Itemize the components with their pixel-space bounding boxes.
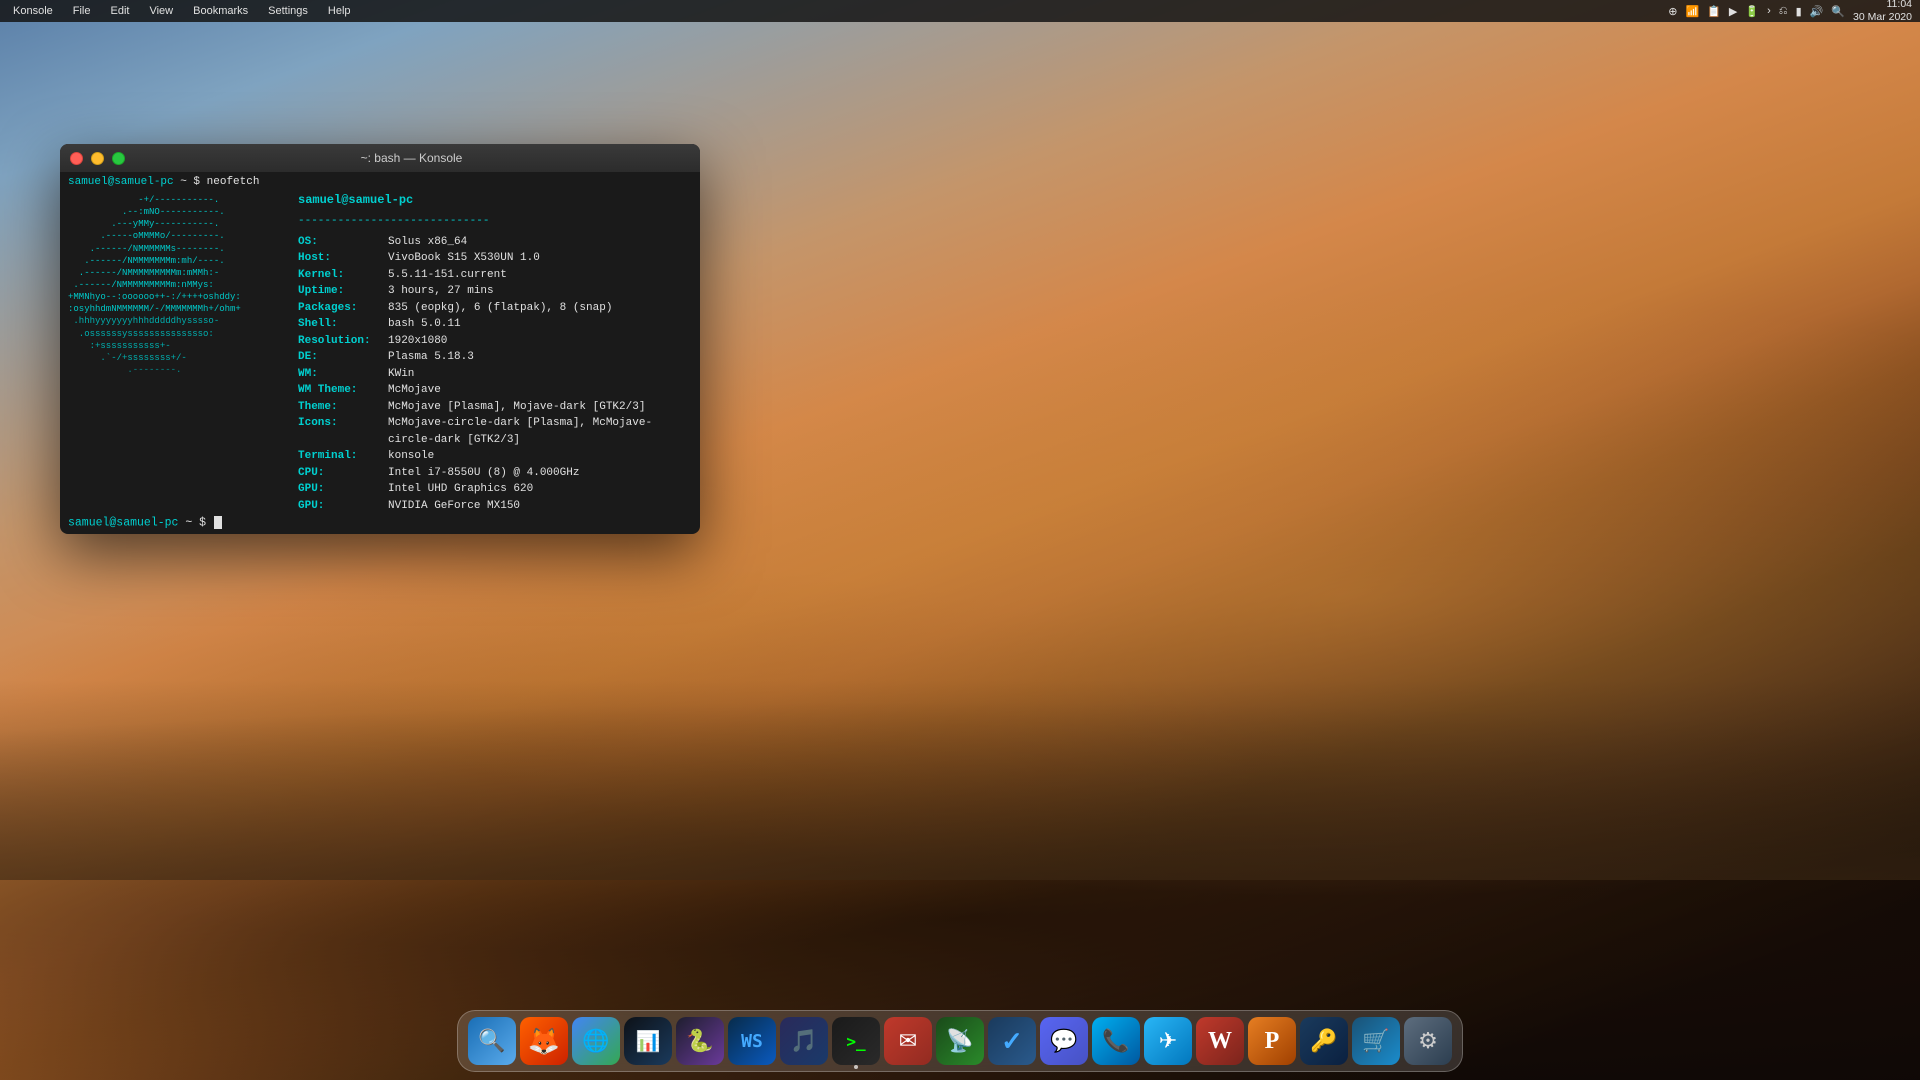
network-icon[interactable]: 📶 — [1684, 5, 1702, 18]
info-shell: Shell: bash 5.0.11 — [298, 316, 692, 333]
search-icon[interactable]: 🔍 — [1829, 5, 1847, 18]
dock-item-netspark[interactable]: 📡 — [936, 1017, 984, 1065]
terminal-titlebar: ~: bash — Konsole — [60, 144, 700, 172]
info-cpu: CPU: Intel i7-8550U (8) @ 4.000GHz — [298, 465, 692, 482]
prompt-tilde: ~ $ — [185, 517, 213, 530]
close-button[interactable] — [70, 152, 83, 165]
menu-file[interactable]: File — [68, 3, 96, 19]
clipboard-icon[interactable]: 📋 — [1705, 5, 1723, 18]
time-label: 11:04 — [1853, 0, 1912, 11]
expand-icon[interactable]: › — [1765, 5, 1773, 17]
dock-item-settings[interactable]: ⚙ — [1404, 1017, 1452, 1065]
terminal-title: ~: bash — Konsole — [133, 151, 690, 165]
kde-icon[interactable]: ⊕ — [1666, 5, 1679, 18]
date-label: 30 Mar 2020 — [1853, 11, 1912, 24]
info-wm: WM: KWin — [298, 366, 692, 383]
info-uptime: Uptime: 3 hours, 27 mins — [298, 283, 692, 300]
info-host: Host: VivoBook S15 X530UN 1.0 — [298, 250, 692, 267]
dock-item-discord[interactable]: 💬 — [1040, 1017, 1088, 1065]
dock-item-wps-presentation[interactable]: P — [1248, 1017, 1296, 1065]
panel-right: ⊕ 📶 📋 ▶ 🔋 › ⎌ ▮ 🔊 🔍 11:04 30 Mar 2020 — [1666, 0, 1912, 24]
dock-item-telegram[interactable]: ✈ — [1144, 1017, 1192, 1065]
dock-item-terminal[interactable]: >_ — [832, 1017, 880, 1065]
info-de: DE: Plasma 5.18.3 — [298, 349, 692, 366]
terminal-body: -+/-----------. .--:mNO-----------. .---… — [60, 188, 700, 512]
system-tray: ⊕ 📶 📋 ▶ 🔋 › ⎌ ▮ 🔊 🔍 — [1666, 5, 1847, 18]
neofetch-ascii-art: -+/-----------. .--:mNO-----------. .---… — [68, 192, 288, 508]
dock-item-deadbeef[interactable]: 🎵 — [780, 1017, 828, 1065]
mountain-silhouette — [0, 680, 1920, 880]
dock-item-todolist[interactable]: ✓ — [988, 1017, 1036, 1065]
dock-item-activity[interactable]: 📊 — [624, 1017, 672, 1065]
dock-item-wps-writer[interactable]: W — [1196, 1017, 1244, 1065]
panel-left: Konsole File Edit View Bookmarks Setting… — [8, 3, 356, 19]
dock-item-pycharm[interactable]: 🐍 — [676, 1017, 724, 1065]
dock-item-appcenter[interactable]: 🛒 — [1352, 1017, 1400, 1065]
battery-icon[interactable]: 🔋 — [1743, 5, 1761, 18]
menu-help[interactable]: Help — [323, 3, 356, 19]
menu-bookmarks[interactable]: Bookmarks — [188, 3, 253, 19]
dock-active-dot-terminal — [854, 1065, 858, 1069]
info-packages: Packages: 835 (eopkg), 6 (flatpak), 8 (s… — [298, 300, 692, 317]
bluetooth-icon[interactable]: ⎌ — [1777, 5, 1790, 18]
dock-item-finder[interactable]: 🔍 — [468, 1017, 516, 1065]
menu-edit[interactable]: Edit — [106, 3, 135, 19]
terminal-window: ~: bash — Konsole samuel@samuel-pc ~ $ n… — [60, 144, 700, 534]
prompt-user: samuel@samuel-pc — [68, 517, 178, 530]
info-gpu2: GPU: NVIDIA GeForce MX150 — [298, 498, 692, 513]
media-icon[interactable]: ▶ — [1727, 5, 1739, 18]
info-wm-theme: WM Theme: McMojave — [298, 382, 692, 399]
top-panel: Konsole File Edit View Bookmarks Setting… — [0, 0, 1920, 22]
maximize-button[interactable] — [112, 152, 125, 165]
info-icons: Icons: McMojave-circle-dark [Plasma], Mc… — [298, 415, 692, 448]
neofetch-separator: ----------------------------- — [298, 214, 692, 230]
datetime-display: 11:04 30 Mar 2020 — [1853, 0, 1912, 24]
initial-prompt-sym: ~ $ — [180, 176, 206, 188]
app-name-label[interactable]: Konsole — [8, 3, 58, 19]
info-resolution: Resolution: 1920x1080 — [298, 333, 692, 350]
battery2-icon[interactable]: ▮ — [1794, 5, 1804, 18]
info-os: OS: Solus x86_64 — [298, 234, 692, 251]
initial-command: neofetch — [207, 176, 260, 188]
initial-prompt-user: samuel@samuel-pc — [68, 176, 174, 188]
volume-icon[interactable]: 🔊 — [1808, 5, 1826, 18]
dock-item-firefox[interactable]: 🦊 — [520, 1017, 568, 1065]
dock-item-skype[interactable]: 📞 — [1092, 1017, 1140, 1065]
neofetch-username: samuel@samuel-pc — [298, 193, 413, 207]
menu-settings[interactable]: Settings — [263, 3, 313, 19]
dock-item-keeweb[interactable]: 🔑 — [1300, 1017, 1348, 1065]
dock-item-chrome[interactable]: 🌐 — [572, 1017, 620, 1065]
info-kernel: Kernel: 5.5.11-151.current — [298, 267, 692, 284]
minimize-button[interactable] — [91, 152, 104, 165]
terminal-prompt-line[interactable]: samuel@samuel-pc ~ $ — [60, 512, 700, 534]
dock-item-mailspring[interactable]: ✉ — [884, 1017, 932, 1065]
menu-view[interactable]: View — [144, 3, 178, 19]
dock-item-webstorm[interactable]: WS — [728, 1017, 776, 1065]
dock: 🔍 🦊 🌐 📊 🐍 WS 🎵 >_ ✉ 📡 ✓ 💬 — [457, 1010, 1463, 1072]
info-terminal: Terminal: konsole — [298, 448, 692, 465]
cursor-block — [214, 516, 222, 529]
info-gpu: GPU: Intel UHD Graphics 620 — [298, 481, 692, 498]
info-theme: Theme: McMojave [Plasma], Mojave-dark [G… — [298, 399, 692, 416]
neofetch-info: samuel@samuel-pc -----------------------… — [288, 192, 692, 508]
